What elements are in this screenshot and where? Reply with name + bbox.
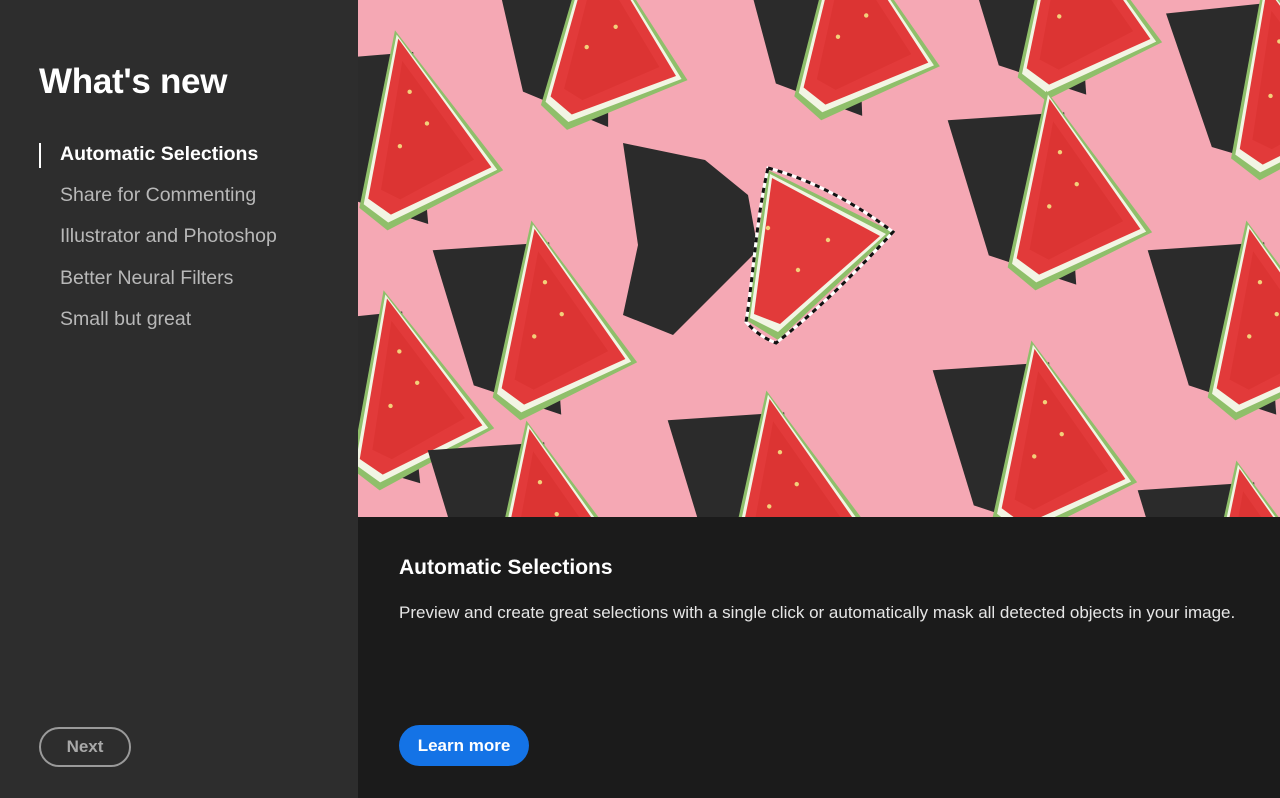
- hero-image: [358, 0, 1280, 517]
- watermelon-illustration: [358, 0, 1280, 517]
- feature-nav: Automatic Selections Share for Commentin…: [39, 140, 339, 346]
- whats-new-dialog: What's new Automatic Selections Share fo…: [0, 0, 1280, 798]
- feature-description: Preview and create great selections with…: [399, 603, 1236, 622]
- sidebar: What's new Automatic Selections Share fo…: [0, 0, 358, 798]
- main-panel: Automatic Selections Preview and create …: [358, 0, 1280, 798]
- nav-item-better-neural-filters[interactable]: Better Neural Filters: [39, 264, 339, 305]
- learn-more-button[interactable]: Learn more: [399, 725, 529, 766]
- nav-item-share-for-commenting[interactable]: Share for Commenting: [39, 181, 339, 222]
- next-button[interactable]: Next: [39, 727, 131, 767]
- feature-title: Automatic Selections: [399, 556, 613, 579]
- nav-item-illustrator-and-photoshop[interactable]: Illustrator and Photoshop: [39, 222, 339, 263]
- nav-item-small-but-great[interactable]: Small but great: [39, 305, 339, 346]
- page-title: What's new: [39, 62, 228, 101]
- nav-item-automatic-selections[interactable]: Automatic Selections: [39, 140, 339, 181]
